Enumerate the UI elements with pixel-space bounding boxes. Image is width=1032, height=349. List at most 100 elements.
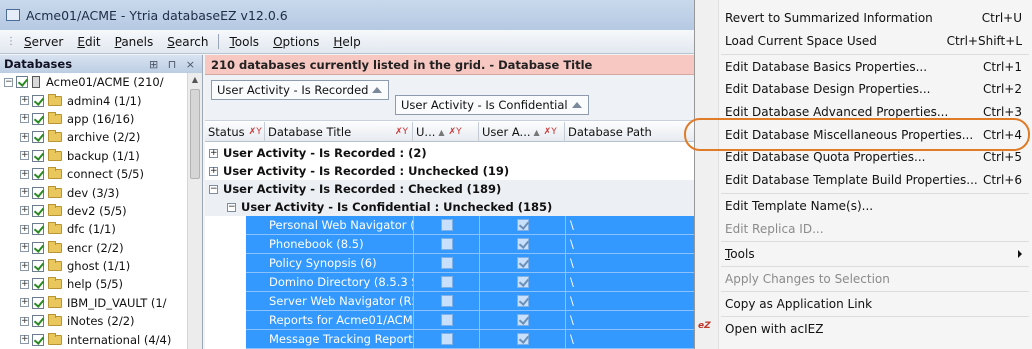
tree-checkbox[interactable] [32, 204, 44, 217]
grid-checkbox[interactable] [516, 333, 529, 345]
tree-item[interactable]: + app (16/16) [0, 110, 202, 128]
grid-checkbox[interactable] [440, 238, 453, 250]
menu-item-load-space-used[interactable]: Load Current Space Used Ctrl+Shift+L [719, 29, 1032, 52]
grid-checkbox[interactable] [516, 257, 529, 269]
tree-item[interactable]: + help (5/5) [0, 275, 202, 293]
group-chip-recorded[interactable]: User Activity - Is Recorded [211, 80, 389, 100]
expand-icon[interactable]: + [20, 243, 29, 253]
menu-item-edit-quota[interactable]: Edit Database Quota Properties... Ctrl+5 [719, 145, 1032, 168]
tree-item[interactable]: + ghost (1/1) [0, 257, 202, 275]
collapse-icon[interactable]: − [4, 77, 13, 87]
group-row-confidential-unchecked[interactable]: − User Activity - Is Confidential : Unche… [205, 198, 720, 216]
menu-edit[interactable]: Edit [77, 35, 100, 49]
expand-icon[interactable]: + [20, 298, 29, 308]
collapse-icon[interactable]: − [227, 202, 236, 212]
group-row-recorded-empty[interactable]: + User Activity - Is Recorded : (2) [205, 144, 720, 162]
expand-icon[interactable]: + [20, 114, 29, 124]
tree-checkbox[interactable] [32, 94, 44, 107]
grid-checkbox[interactable] [440, 295, 453, 307]
tree-item[interactable]: + encr (2/2) [0, 239, 202, 257]
grid-checkbox[interactable] [440, 276, 453, 288]
table-row[interactable]: Policy Synopsis (6) \ [246, 254, 720, 273]
column-status[interactable]: Status ✗Y [205, 122, 265, 142]
expand-icon[interactable]: + [20, 188, 29, 198]
column-u[interactable]: U... ▲ ✗Y [413, 122, 479, 142]
tree-item[interactable]: + dev2 (5/5) [0, 202, 202, 220]
grid-checkbox[interactable] [516, 295, 529, 307]
table-row[interactable]: Phonebook (8.5) \ [246, 235, 720, 254]
grid-checkbox[interactable] [440, 257, 453, 269]
grid-checkbox[interactable] [440, 333, 453, 345]
menu-server[interactable]: Server [24, 35, 63, 49]
grid-checkbox[interactable] [516, 219, 529, 231]
group-chip-confidential[interactable]: User Activity - Is Confidential [395, 95, 589, 115]
tree-item[interactable]: + backup (1/1) [0, 147, 202, 165]
filter-icon[interactable]: ✗Y [395, 127, 408, 137]
tree-checkbox[interactable] [16, 76, 28, 89]
expand-icon[interactable]: + [20, 206, 29, 216]
filter-icon[interactable]: ✗Y [544, 127, 557, 137]
tree-checkbox[interactable] [32, 296, 44, 309]
menu-item-tools[interactable]: Tools [719, 242, 1032, 265]
column-database-title[interactable]: Database Title ✗Y [265, 122, 413, 142]
menu-item-open-with-aclez[interactable]: Open with acIEZ [719, 317, 1032, 340]
menu-item-edit-design[interactable]: Edit Database Design Properties... Ctrl+2 [719, 77, 1032, 100]
tree-checkbox[interactable] [32, 112, 44, 125]
collapse-icon[interactable]: − [209, 184, 218, 194]
tree-item[interactable]: + iNotes (2/2) [0, 312, 202, 330]
table-row[interactable]: Reports for Acme01/ACME \ [246, 311, 720, 330]
menu-search[interactable]: Search [167, 35, 208, 49]
table-row[interactable]: Domino Directory (8.5.3 S... \ [246, 273, 720, 292]
menu-help[interactable]: Help [333, 35, 360, 49]
menu-item-edit-template-build[interactable]: Edit Database Template Build Properties.… [719, 168, 1032, 191]
table-row[interactable]: Message Tracking Report... \ [246, 330, 720, 349]
table-row[interactable]: Server Web Navigator (R5) \ [246, 292, 720, 311]
tree-checkbox[interactable] [32, 186, 44, 199]
menu-options[interactable]: Options [273, 35, 319, 49]
menu-item-edit-template-names[interactable]: Edit Template Name(s)... [719, 194, 1032, 217]
expand-icon[interactable]: + [20, 261, 29, 271]
tree-checkbox[interactable] [32, 260, 44, 273]
expand-icon[interactable]: + [20, 316, 29, 326]
menu-item-revert-summarized[interactable]: Revert to Summarized Information Ctrl+U [719, 6, 1032, 29]
grid-checkbox[interactable] [516, 238, 529, 250]
database-tree[interactable]: − Acme01/ACME (210/ + admin4 (1/1) + app (… [0, 73, 202, 349]
expand-icon[interactable]: + [20, 96, 29, 106]
tree-checkbox[interactable] [32, 278, 44, 291]
tree-item[interactable]: + archive (2/2) [0, 128, 202, 146]
tree-checkbox[interactable] [32, 333, 44, 346]
menu-item-edit-advanced[interactable]: Edit Database Advanced Properties... Ctrl… [719, 100, 1032, 123]
scroll-up-icon[interactable]: ▲ [188, 73, 202, 87]
grid-checkbox[interactable] [516, 276, 529, 288]
grid-checkbox[interactable] [440, 219, 453, 231]
menu-item-edit-miscellaneous[interactable]: Edit Database Miscellaneous Properties..… [719, 123, 1032, 146]
tree-checkbox[interactable] [32, 149, 44, 162]
menu-item-copy-app-link[interactable]: Copy as Application Link [719, 292, 1032, 315]
tree-checkbox[interactable] [32, 315, 44, 328]
expand-icon[interactable]: + [20, 169, 29, 179]
tree-checkbox[interactable] [32, 168, 44, 181]
expand-icon[interactable]: + [20, 279, 29, 289]
tree-item[interactable]: + international (4/4) [0, 330, 202, 348]
filter-icon[interactable]: ✗Y [449, 127, 462, 137]
menu-item-edit-basics[interactable]: Edit Database Basics Properties... Ctrl+1 [719, 55, 1032, 78]
filter-icon[interactable]: ✗Y [249, 127, 262, 137]
tree-item[interactable]: + dev (3/3) [0, 183, 202, 201]
tree-checkbox[interactable] [32, 131, 44, 144]
expand-icon[interactable]: + [20, 335, 29, 345]
panel-header-buttons[interactable]: ⊞ ⊓ × [149, 58, 198, 71]
tree-item[interactable]: + connect (5/5) [0, 165, 202, 183]
tree-item[interactable]: + IBM_ID_VAULT (1/ [0, 294, 202, 312]
group-row-recorded-checked[interactable]: − User Activity - Is Recorded : Checked (… [205, 180, 720, 198]
group-row-recorded-unchecked[interactable]: + User Activity - Is Recorded : Unchecked… [205, 162, 720, 180]
menu-tools[interactable]: Tools [229, 35, 259, 49]
tree-item[interactable]: + admin4 (1/1) [0, 91, 202, 109]
tree-scrollbar[interactable]: ▲ [187, 73, 202, 349]
tree-checkbox[interactable] [32, 223, 44, 236]
expand-icon[interactable]: + [209, 166, 218, 176]
grid-checkbox[interactable] [516, 314, 529, 326]
column-user-activity[interactable]: User A... ▲ ✗Y [479, 122, 565, 142]
scroll-thumb[interactable] [190, 89, 200, 179]
grid-checkbox[interactable] [440, 314, 453, 326]
expand-icon[interactable]: + [20, 224, 29, 234]
